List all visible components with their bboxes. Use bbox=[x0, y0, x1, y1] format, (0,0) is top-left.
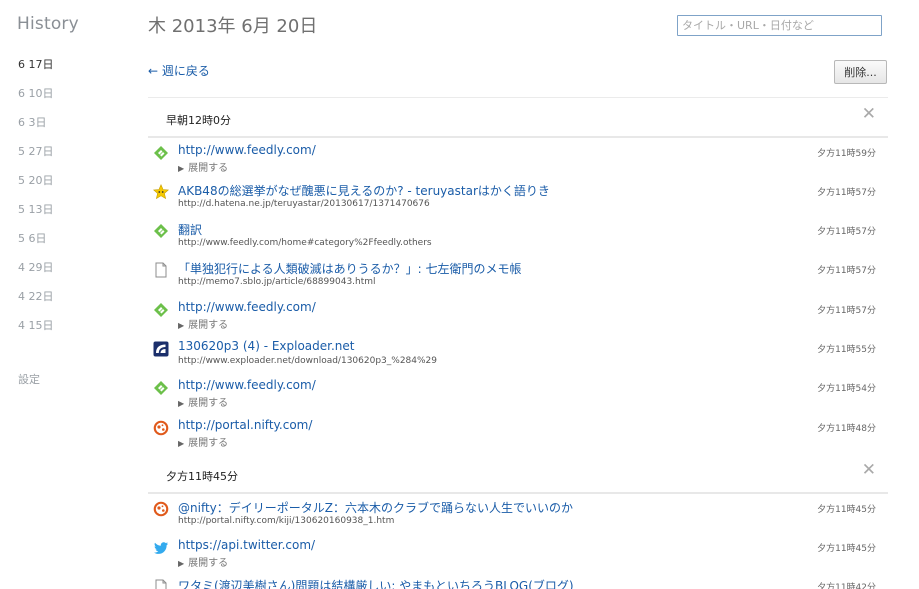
entry-time: 夕方11時48分 bbox=[817, 424, 876, 434]
entry-time: 夕方11時45分 bbox=[817, 544, 876, 554]
entry-time: 夕方11時57分 bbox=[817, 227, 876, 237]
sidebar-nav: 6 17日 6 10日 6 3日 5 27日 5 20日 5 13日 5 6日 … bbox=[18, 57, 54, 347]
feedly-icon bbox=[154, 381, 168, 395]
entry-link[interactable]: http://www.feedly.com/ bbox=[178, 143, 316, 157]
section-title: 夕方11時45分 bbox=[166, 470, 238, 483]
close-icon[interactable]: ✕ bbox=[862, 462, 876, 479]
entry-time: 夕方11時57分 bbox=[817, 266, 876, 276]
entry-time: 夕方11時42分 bbox=[817, 583, 876, 589]
sidebar-title: History bbox=[17, 14, 79, 34]
hatena-star-icon bbox=[153, 184, 169, 200]
expand-label: 展開する bbox=[188, 320, 229, 331]
expand-label: 展開する bbox=[188, 558, 229, 569]
entry-link[interactable]: http://portal.nifty.com/ bbox=[178, 418, 312, 432]
entry-url: http://memo7.sblo.jp/article/68899043.ht… bbox=[178, 277, 376, 287]
sidebar-item-week[interactable]: 5 27日 bbox=[18, 144, 54, 173]
twitter-bird-icon bbox=[154, 542, 168, 554]
triangle-right-icon: ▶ bbox=[178, 399, 185, 408]
entry-link[interactable]: http://www.feedly.com/ bbox=[178, 300, 316, 314]
sidebar-item-settings[interactable]: 設定 bbox=[18, 371, 40, 387]
history-entry: 「単独犯行による人類破滅はありうるか？」: 七左衛門のメモ帳 http://me… bbox=[148, 255, 888, 294]
history-entry: 130620p3 (4) - Exploader.net http://www.… bbox=[148, 334, 888, 373]
sidebar: History 6 17日 6 10日 6 3日 5 27日 5 20日 5 1… bbox=[0, 0, 140, 589]
history-entry: 翻訳 http://www.feedly.com/home#category%2… bbox=[148, 216, 888, 255]
entry-url: http://www.feedly.com/home#category%2Ffe… bbox=[178, 238, 432, 248]
feedly-icon bbox=[154, 224, 168, 238]
back-to-week-link[interactable]: ← 週に戻る bbox=[148, 62, 210, 79]
entry-link[interactable]: http://www.feedly.com/ bbox=[178, 378, 316, 392]
exploader-icon bbox=[153, 341, 169, 357]
history-entry: http://www.feedly.com/ ▶ 展開する 夕方11時54分 bbox=[148, 373, 888, 412]
history-entry: http://www.feedly.com/ ▶ 展開する 夕方11時57分 bbox=[148, 295, 888, 334]
search-input[interactable] bbox=[677, 15, 882, 36]
history-entry: https://api.twitter.com/ ▶ 展開する 夕方11時45分 bbox=[148, 533, 888, 572]
history-entry: @nifty：デイリーポータルZ：六本木のクラブで踊らない人生でいいのか htt… bbox=[148, 494, 888, 533]
triangle-right-icon: ▶ bbox=[178, 164, 185, 173]
page-icon bbox=[155, 579, 167, 589]
history-entry: http://portal.nifty.com/ ▶ 展開する 夕方11時48分 bbox=[148, 413, 888, 452]
delete-button[interactable]: 削除... bbox=[834, 60, 887, 84]
main-content: 木 2013年 6月 20日 ← 週に戻る 削除... 早朝12時0分 ✕ ht… bbox=[148, 0, 888, 589]
sidebar-item-week[interactable]: 4 15日 bbox=[18, 318, 54, 347]
triangle-right-icon: ▶ bbox=[178, 559, 185, 568]
page-title: 木 2013年 6月 20日 bbox=[148, 16, 318, 37]
section-title: 早朝12時0分 bbox=[166, 114, 231, 127]
nifty-icon bbox=[153, 420, 169, 436]
expand-toggle[interactable]: ▶ 展開する bbox=[178, 316, 228, 331]
entry-url: http://d.hatena.ne.jp/teruyastar/2013061… bbox=[178, 199, 430, 209]
entry-url: http://www.exploader.net/download/130620… bbox=[178, 356, 437, 366]
entry-link[interactable]: ワタミ(渡辺美樹さん)問題は結構厳しい: やまもといちろうBLOG(ブログ) bbox=[178, 577, 574, 589]
entry-link[interactable]: 翻訳 bbox=[178, 221, 202, 238]
sidebar-item-week[interactable]: 6 3日 bbox=[18, 115, 54, 144]
nifty-icon bbox=[153, 501, 169, 517]
sidebar-item-week[interactable]: 4 22日 bbox=[18, 289, 54, 318]
triangle-right-icon: ▶ bbox=[178, 439, 185, 448]
feedly-icon bbox=[154, 303, 168, 317]
close-icon[interactable]: ✕ bbox=[862, 106, 876, 123]
entry-link[interactable]: @nifty：デイリーポータルZ：六本木のクラブで踊らない人生でいいのか bbox=[178, 499, 573, 516]
expand-toggle[interactable]: ▶ 展開する bbox=[178, 434, 228, 449]
sidebar-item-week[interactable]: 6 17日 bbox=[18, 57, 54, 86]
page-icon bbox=[155, 262, 167, 278]
history-entry: http://www.feedly.com/ ▶ 展開する 夕方11時59分 bbox=[148, 138, 888, 177]
entry-time: 夕方11時57分 bbox=[817, 306, 876, 316]
entry-url: http://portal.nifty.com/kiji/13062016093… bbox=[178, 516, 395, 526]
entry-link[interactable]: https://api.twitter.com/ bbox=[178, 538, 315, 552]
entry-time: 夕方11時54分 bbox=[817, 384, 876, 394]
entry-time: 夕方11時57分 bbox=[817, 188, 876, 198]
section-header: 早朝12時0分 ✕ bbox=[148, 98, 888, 138]
sidebar-item-week[interactable]: 5 13日 bbox=[18, 202, 54, 231]
entry-link[interactable]: AKB48の総選挙がなぜ醜悪に見えるのか? - teruyastarはかく語りき bbox=[178, 182, 550, 199]
triangle-right-icon: ▶ bbox=[178, 321, 185, 330]
entry-time: 夕方11時59分 bbox=[817, 149, 876, 159]
section-header: 夕方11時45分 ✕ bbox=[148, 454, 888, 494]
expand-toggle[interactable]: ▶ 展開する bbox=[178, 394, 228, 409]
expand-label: 展開する bbox=[188, 438, 229, 449]
expand-toggle[interactable]: ▶ 展開する bbox=[178, 159, 228, 174]
entry-link[interactable]: 「単独犯行による人類破滅はありうるか？」: 七左衛門のメモ帳 bbox=[178, 260, 522, 277]
sidebar-item-week[interactable]: 5 6日 bbox=[18, 231, 54, 260]
entry-time: 夕方11時45分 bbox=[817, 505, 876, 515]
history-entry: ワタミ(渡辺美樹さん)問題は結構厳しい: やまもといちろうBLOG(ブログ) 夕… bbox=[148, 572, 888, 589]
expand-toggle[interactable]: ▶ 展開する bbox=[178, 554, 228, 569]
history-entry: AKB48の総選挙がなぜ醜悪に見えるのか? - teruyastarはかく語りき… bbox=[148, 177, 888, 216]
entry-time: 夕方11時55分 bbox=[817, 345, 876, 355]
sidebar-item-week[interactable]: 5 20日 bbox=[18, 173, 54, 202]
feedly-icon bbox=[154, 146, 168, 160]
sidebar-item-week[interactable]: 6 10日 bbox=[18, 86, 54, 115]
expand-label: 展開する bbox=[188, 163, 229, 174]
expand-label: 展開する bbox=[188, 398, 229, 409]
entry-link[interactable]: 130620p3 (4) - Exploader.net bbox=[178, 339, 355, 353]
sidebar-item-week[interactable]: 4 29日 bbox=[18, 260, 54, 289]
